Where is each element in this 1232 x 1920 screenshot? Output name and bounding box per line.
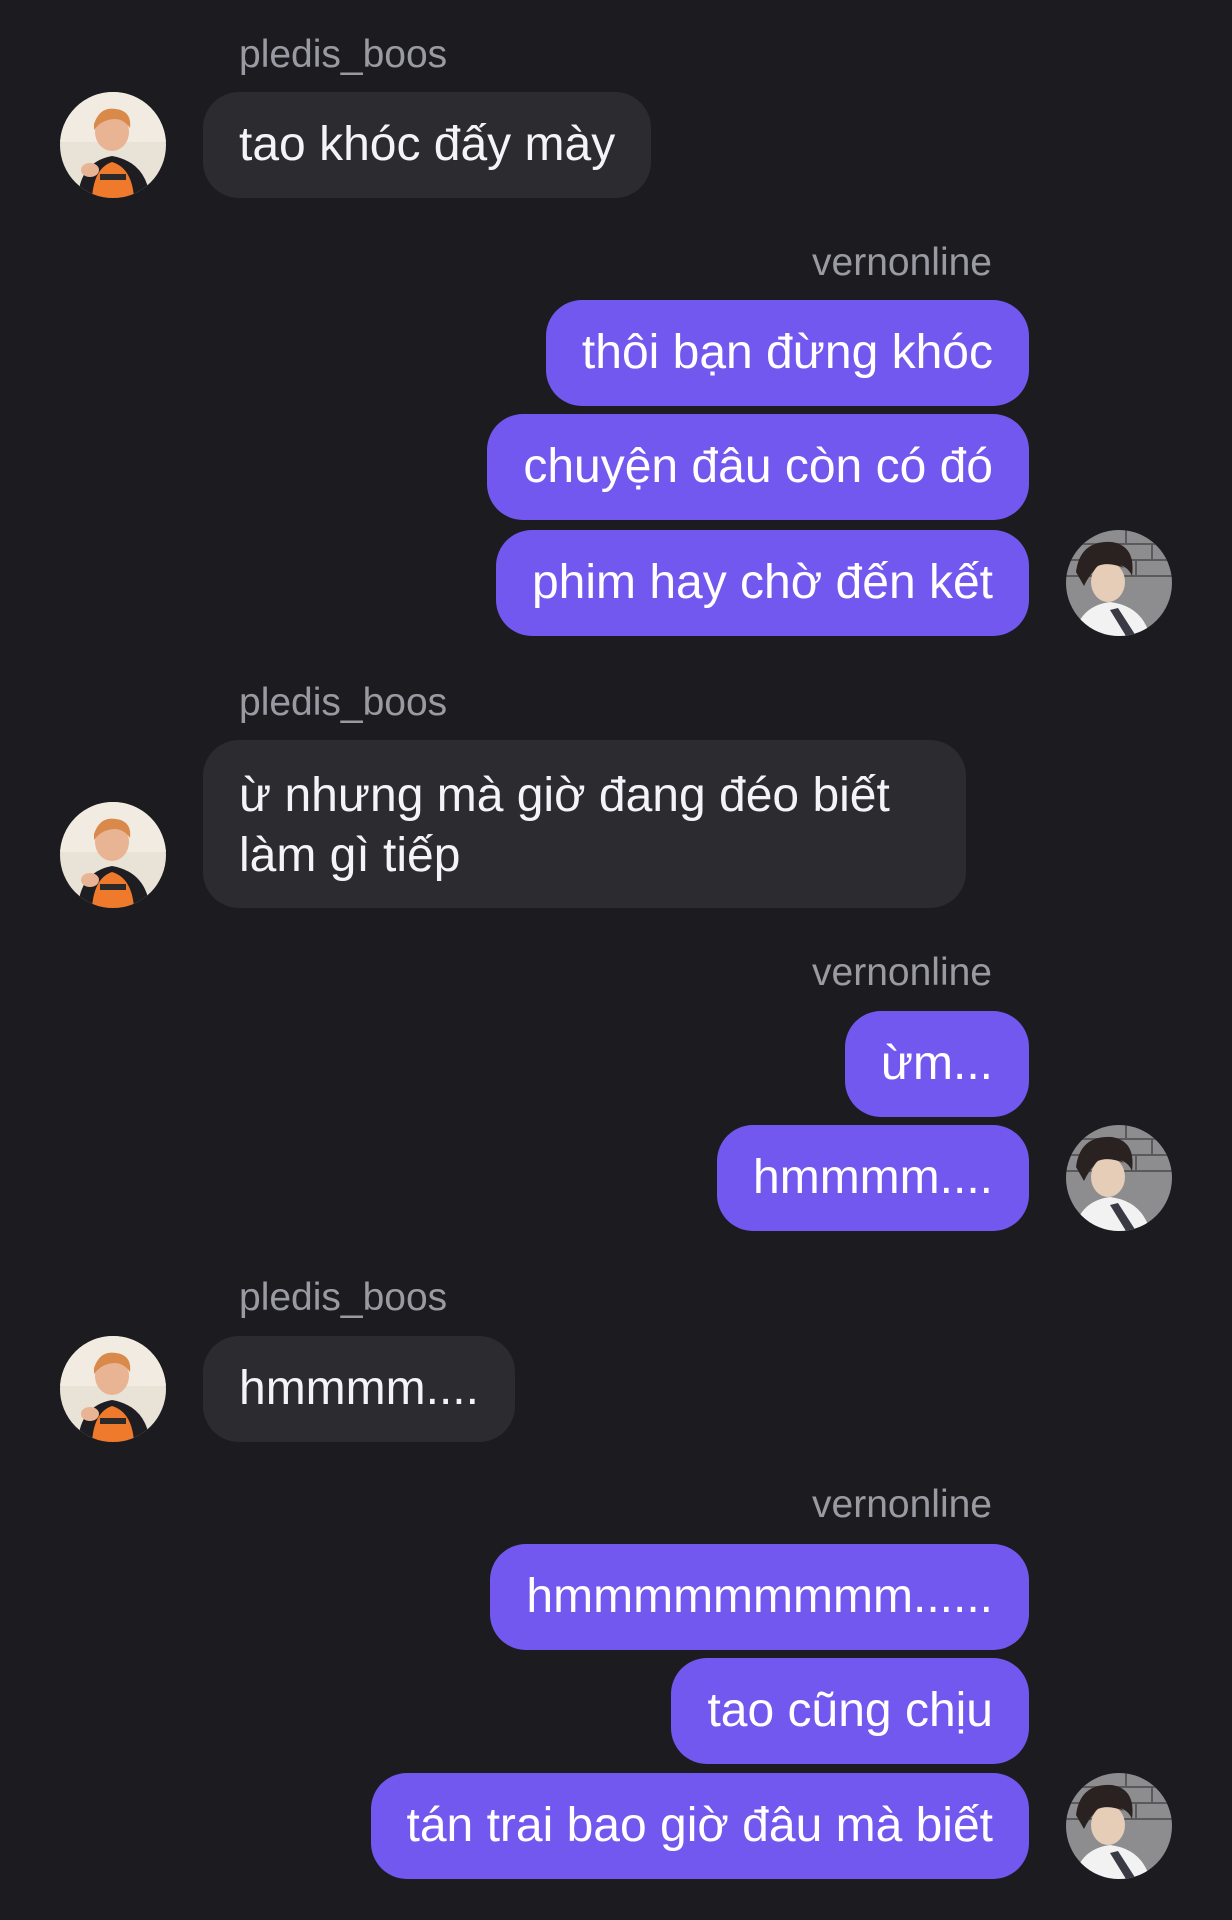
- avatar-vernonline[interactable]: [1066, 1125, 1172, 1231]
- message-bubble-outgoing[interactable]: ừm...: [844, 1011, 1029, 1117]
- sender-name-pledis-boos: pledis_boos: [239, 681, 448, 724]
- user-avatar-icon: [1066, 1773, 1172, 1879]
- user-avatar-icon: [1066, 530, 1172, 636]
- user-avatar-icon: [60, 92, 166, 198]
- message-bubble-outgoing[interactable]: hmmmmmmmmm......: [490, 1544, 1029, 1650]
- sender-name-vernonline: vernonline: [812, 241, 992, 284]
- message-bubble-outgoing[interactable]: tao cũng chịu: [671, 1658, 1029, 1764]
- avatar-pledis-boos[interactable]: [60, 802, 166, 908]
- message-bubble-outgoing[interactable]: phim hay chờ đến kết: [495, 530, 1029, 636]
- message-bubble-outgoing[interactable]: hmmmm....: [717, 1125, 1029, 1231]
- user-avatar-icon: [60, 1336, 166, 1442]
- user-avatar-icon: [1066, 1125, 1172, 1231]
- sender-name-pledis-boos: pledis_boos: [239, 33, 448, 76]
- message-bubble-outgoing[interactable]: tán trai bao giờ đâu mà biết: [370, 1773, 1029, 1879]
- message-bubble-incoming[interactable]: ừ nhưng mà giờ đang đéo biết làm gì tiếp: [203, 740, 966, 908]
- message-bubble-incoming[interactable]: tao khóc đấy mày: [203, 92, 652, 198]
- avatar-pledis-boos[interactable]: [60, 92, 166, 198]
- avatar-vernonline[interactable]: [1066, 1773, 1172, 1879]
- avatar-vernonline[interactable]: [1066, 530, 1172, 636]
- sender-name-pledis-boos: pledis_boos: [239, 1276, 448, 1319]
- message-bubble-outgoing[interactable]: thôi bạn đừng khóc: [545, 300, 1029, 406]
- avatar-pledis-boos[interactable]: [60, 1336, 166, 1442]
- message-bubble-incoming[interactable]: hmmmm....: [203, 1336, 515, 1442]
- user-avatar-icon: [60, 802, 166, 908]
- message-bubble-outgoing[interactable]: chuyện đâu còn có đó: [487, 414, 1029, 520]
- sender-name-vernonline: vernonline: [812, 951, 992, 994]
- sender-name-vernonline: vernonline: [812, 1483, 992, 1526]
